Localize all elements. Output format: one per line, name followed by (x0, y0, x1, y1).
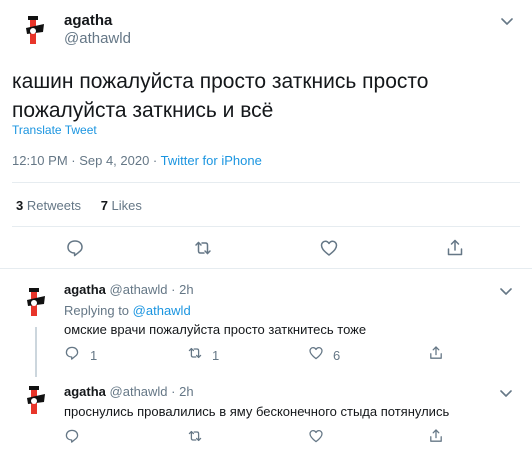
reply-time[interactable]: · 2h (171, 282, 193, 297)
reply-time[interactable]: · 2h (171, 384, 193, 399)
display-name[interactable]: agatha (64, 12, 112, 29)
replying-to-label: Replying to (64, 303, 130, 318)
retweet-icon[interactable] (187, 345, 203, 361)
reply-text: омские врачи пожалуйста просто заткнитес… (64, 322, 367, 337)
avatar[interactable] (16, 380, 56, 420)
replying-to: Replying to @athawld (64, 303, 191, 318)
thread-line (35, 327, 37, 377)
chevron-down-icon[interactable] (497, 384, 515, 402)
divider (12, 226, 520, 227)
translate-tweet-link[interactable]: Translate Tweet (12, 123, 97, 137)
likes-count: 7 (100, 198, 108, 213)
like-icon[interactable] (319, 238, 339, 258)
like-count: 6 (333, 348, 341, 363)
divider (0, 268, 532, 269)
reply-text: проснулись провалились в яму бесконечног… (64, 404, 450, 419)
reply-icon[interactable] (64, 345, 80, 361)
retweet-count: 1 (212, 348, 220, 363)
avatar-image (26, 16, 44, 44)
user-handle[interactable]: @athawld (64, 30, 131, 47)
chevron-down-icon[interactable] (498, 12, 516, 30)
source-link[interactable]: Twitter for iPhone (161, 153, 262, 168)
tweet-text-line: пожалуйста заткнись и всё (12, 99, 274, 122)
share-icon[interactable] (445, 238, 465, 258)
retweets-count: 3 (16, 198, 24, 213)
divider (12, 182, 520, 183)
likes-stat[interactable]: 7 Likes (101, 198, 142, 213)
avatar[interactable] (15, 10, 55, 50)
user-handle[interactable]: @athawld (110, 282, 168, 297)
like-icon[interactable] (308, 345, 324, 361)
reply-icon[interactable] (65, 238, 85, 258)
likes-label: Likes (111, 198, 142, 213)
retweets-label: Retweets (26, 198, 82, 213)
reply-icon[interactable] (64, 428, 80, 444)
avatar-image (27, 288, 45, 316)
replying-to-handle[interactable]: @athawld (133, 303, 191, 318)
tweet-text-line: кашин пожалуйста просто заткнись просто (12, 70, 429, 93)
reply-header: agatha @athawld · 2h (64, 282, 194, 297)
display-name[interactable]: agatha (64, 282, 106, 297)
retweet-icon[interactable] (187, 428, 203, 444)
reply-count: 1 (90, 348, 98, 363)
display-name[interactable]: agatha (64, 384, 106, 399)
like-icon[interactable] (308, 428, 324, 444)
tweet-meta: 12:10 PM · Sep 4, 2020 · Twitter for iPh… (12, 153, 262, 168)
reply-header: agatha @athawld · 2h (64, 384, 194, 399)
tweet-stats: 3 Retweets 7 Likes (16, 198, 142, 213)
user-handle[interactable]: @athawld (110, 384, 168, 399)
avatar[interactable] (16, 282, 56, 322)
tweet-text: кашин пожалуйста просто заткнись просто … (12, 67, 428, 125)
timestamp[interactable]: 12:10 PM · Sep 4, 2020 · (12, 153, 161, 168)
retweet-icon[interactable] (193, 238, 213, 258)
retweets-stat[interactable]: 3 Retweets (16, 198, 81, 213)
avatar-image (27, 386, 45, 414)
share-icon[interactable] (428, 428, 444, 444)
share-icon[interactable] (428, 345, 444, 361)
chevron-down-icon[interactable] (497, 282, 515, 300)
